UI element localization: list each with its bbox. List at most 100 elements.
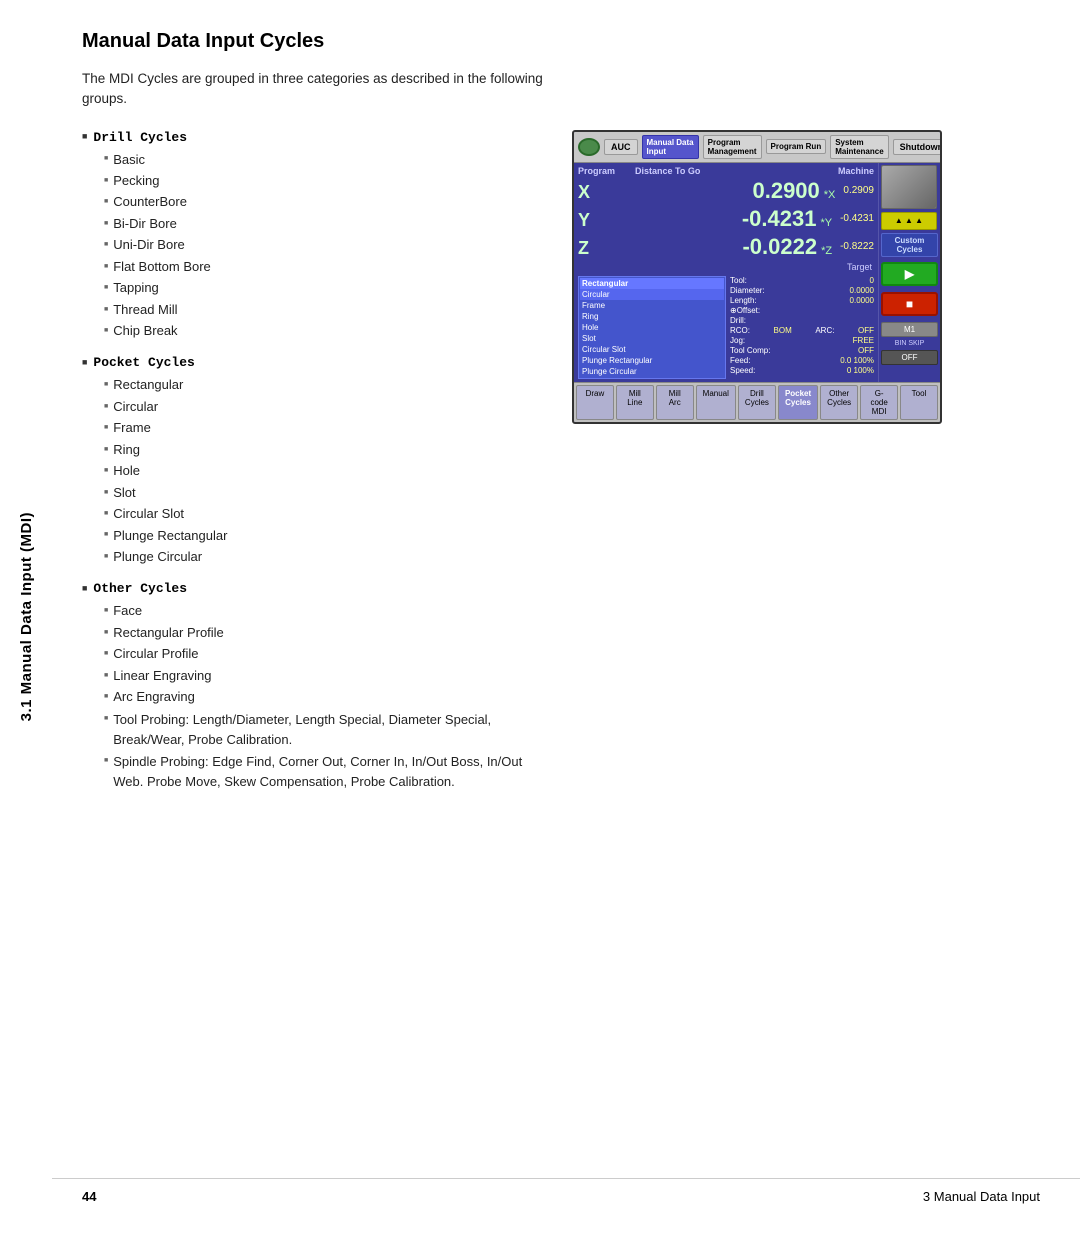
rco-label: RCO: [730, 326, 750, 335]
cnc-custom-cycles-btn[interactable]: Custom Cycles [881, 233, 938, 257]
x-coord-row: X 0.2900 *X 0.2909 [578, 178, 874, 204]
cnc-m1-btn[interactable]: M1 [881, 322, 938, 337]
list-item: Plunge Circular [104, 546, 542, 567]
pocket-plunge-rect[interactable]: Plunge Rectangular [580, 355, 724, 366]
list-item: Circular Slot [104, 503, 542, 524]
cnc-main-display: Program Distance To Go Machine X 0.2900 … [574, 163, 940, 382]
cnc-start-btn[interactable]: ▶ [881, 262, 938, 286]
list-item: Flat Bottom Bore [104, 256, 542, 277]
pocket-circular[interactable]: Circular [580, 289, 724, 300]
z-coord-row: Z -0.0222 *Z -0.8222 [578, 234, 874, 260]
cnc-tab-drill[interactable]: DrillCycles [738, 385, 776, 420]
pocket-frame[interactable]: Frame [580, 300, 724, 311]
program-label: Program [578, 166, 615, 176]
drill-cycles-title: Drill Cycles [82, 130, 542, 145]
list-item: Ring [104, 439, 542, 460]
cnc-tab-mill-arc[interactable]: Mill Arc [656, 385, 694, 420]
y-coord-suffix: *Y [820, 217, 832, 229]
rco-val: BOM [774, 326, 792, 335]
tool-diameter: 0.0000 [850, 286, 874, 295]
cnc-stop-btn[interactable]: ■ [881, 292, 938, 316]
y-coord-value: -0.4231 [596, 206, 816, 232]
list-item: Linear Engraving [104, 665, 542, 686]
feed-label: Feed: [730, 356, 750, 365]
cnc-off-btn[interactable]: OFF [881, 350, 938, 365]
cnc-arrow-btns: ▲ ▲ ▲ [881, 212, 938, 230]
list-item: Bi-Dir Bore [104, 213, 542, 234]
cnc-tab-gcode[interactable]: G-codeMDI [860, 385, 898, 420]
tool-num: 0 [870, 276, 874, 285]
cnc-system-btn[interactable]: SystemMaintenance [830, 135, 888, 159]
tool-comp-val: OFF [858, 346, 874, 355]
drill-cycles-section: Drill Cycles Basic Pecking CounterBore B… [82, 130, 542, 342]
cnc-power-icon[interactable] [578, 138, 600, 156]
page-footer: 44 3 Manual Data Input [52, 1178, 1080, 1204]
side-label-text: 3.1 Manual Data Input (MDI) [18, 512, 35, 721]
page-number: 44 [82, 1189, 96, 1204]
list-item: Face [104, 600, 542, 621]
arc-val: OFF [858, 326, 874, 335]
pocket-slot[interactable]: Slot [580, 333, 724, 344]
main-content: Manual Data Input Cycles The MDI Cycles … [52, 0, 1080, 866]
cnc-screenshot: AUC Manual DataInput ProgramManagement P… [572, 130, 952, 424]
list-item: Thread Mill [104, 299, 542, 320]
offset-label: ⊕Offset: [730, 306, 760, 315]
cnc-manual-data-btn[interactable]: Manual DataInput [642, 135, 699, 159]
intro-paragraph: The MDI Cycles are grouped in three cate… [82, 69, 562, 110]
cnc-pocket-list: Rectangular Circular Frame Ring Hole Slo… [578, 276, 726, 379]
cnc-menubar: AUC Manual DataInput ProgramManagement P… [574, 132, 940, 163]
content-layout: Drill Cycles Basic Pecking CounterBore B… [82, 130, 1040, 807]
z-coord-suffix: *Z [821, 245, 832, 257]
list-item: Circular [104, 396, 542, 417]
pocket-hole[interactable]: Hole [580, 322, 724, 333]
z-coord-value: -0.0222 [596, 234, 817, 260]
side-label: 3.1 Manual Data Input (MDI) [0, 0, 52, 1234]
pocket-cycles-section: Pocket Cycles Rectangular Circular Frame… [82, 355, 542, 567]
pocket-ring[interactable]: Ring [580, 311, 724, 322]
spindle-probing-text: Spindle Probing: Edge Find, Corner Out, … [104, 752, 542, 792]
list-item: Frame [104, 417, 542, 438]
drill-label: Drill: [730, 316, 746, 325]
cnc-tool-params: Tool: 0 Diameter: 0.0000 Length: 0.0000 [730, 276, 874, 379]
tool-length: 0.0000 [850, 296, 874, 305]
cnc-arrow-up-btn[interactable]: ▲ ▲ ▲ [881, 212, 937, 230]
cnc-tab-draw[interactable]: Draw [576, 385, 614, 420]
tool-probing-text: Tool Probing: Length/Diameter, Length Sp… [104, 710, 542, 750]
cnc-auc-btn[interactable]: AUC [604, 139, 638, 155]
cnc-tab-manual[interactable]: Manual [696, 385, 736, 420]
x-coord-suffix: *X [824, 189, 836, 201]
cnc-tab-tool[interactable]: Tool [900, 385, 938, 420]
jog-label: Jog: [730, 336, 745, 345]
machine-y: -0.4231 [840, 213, 874, 224]
cnc-shutdown-btn[interactable]: Shutdown [893, 139, 942, 155]
cnc-tool-info: Rectangular Circular Frame Ring Hole Slo… [578, 276, 874, 379]
left-column: Drill Cycles Basic Pecking CounterBore B… [82, 130, 542, 807]
tool-label: Tool: [730, 276, 747, 285]
list-item: Chip Break [104, 320, 542, 341]
cnc-tab-other[interactable]: OtherCycles [820, 385, 858, 420]
pocket-plunge-circ[interactable]: Plunge Circular [580, 366, 724, 377]
page-title: Manual Data Input Cycles [82, 30, 1040, 53]
arc-label: ARC: [815, 326, 834, 335]
cnc-coord-section: Program Distance To Go Machine X 0.2900 … [574, 163, 878, 382]
y-coord-row: Y -0.4231 *Y -0.4231 [578, 206, 874, 232]
cnc-tool-image [881, 165, 937, 209]
other-cycles-list: Face Rectangular Profile Circular Profil… [82, 600, 542, 792]
cnc-program-mgmt-btn[interactable]: ProgramManagement [703, 135, 762, 159]
list-item: Hole [104, 460, 542, 481]
cnc-tab-mill-line[interactable]: Mill Line [616, 385, 654, 420]
dtg-label: Distance To Go [635, 166, 700, 176]
speed-val: 0 100% [847, 366, 874, 375]
list-item: Rectangular [104, 374, 542, 395]
cnc-right-controls: ▲ ▲ ▲ Custom Cycles ▶ ■ [878, 163, 940, 382]
feed-val: 0.0 100% [840, 356, 874, 365]
machine-x: 0.2909 [843, 185, 874, 196]
tool-comp-label: Tool Comp: [730, 346, 770, 355]
cnc-program-run-btn[interactable]: Program Run [766, 139, 827, 154]
pocket-rectangular[interactable]: Rectangular [580, 278, 724, 289]
list-item: Slot [104, 482, 542, 503]
pocket-cycles-title: Pocket Cycles [82, 355, 542, 370]
cnc-tab-pocket[interactable]: PocketCycles [778, 385, 818, 420]
pocket-circular-slot[interactable]: Circular Slot [580, 344, 724, 355]
list-item: Tapping [104, 277, 542, 298]
